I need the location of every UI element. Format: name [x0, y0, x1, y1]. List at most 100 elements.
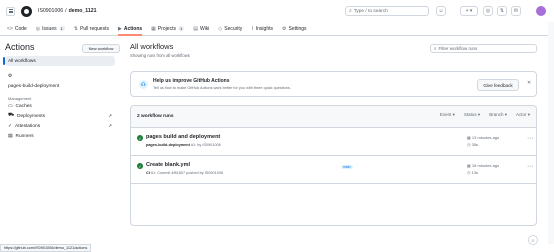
filter-placeholder: Filter workflow runs — [438, 46, 478, 51]
tab-wiki[interactable]: ▤ Wiki — [193, 22, 209, 36]
filter-status-dropdown[interactable]: Status ▾ — [464, 112, 480, 118]
search-icon: ⌕ — [434, 46, 437, 51]
sidebar-item-caches[interactable]: ▭ Caches — [5, 101, 115, 111]
scrollbar[interactable] — [548, 22, 554, 244]
tab-actions[interactable]: ▶ Actions — [117, 22, 143, 36]
megaphone-icon: ☊ — [139, 80, 148, 89]
filter-label: Actor — [515, 112, 527, 117]
filter-runs-input[interactable]: ⌕ Filter workflow runs — [430, 44, 537, 53]
tab-count-badge: 1 — [58, 26, 65, 31]
copilot-chat-icon[interactable]: ☺ — [528, 235, 538, 245]
chevron-down-icon: ▾ — [476, 112, 481, 117]
workflow-run-row[interactable]: ✓ Create blank.yml CI #1: Commit 4f81807 p… — [131, 156, 536, 184]
workflow-runs-table: 2 workflow runs Event ▾ Status ▾ Branch ▾ A… — [130, 105, 537, 226]
sidebar-item-label: Deployments — [17, 113, 46, 119]
tab-count-badge: 1 — [177, 26, 185, 31]
filter-event-dropdown[interactable]: Event ▾ — [440, 112, 455, 118]
tab-code[interactable]: <> Code — [7, 22, 27, 36]
sidebar-item-deployments[interactable]: ⛟ Deployments ↗ — [5, 111, 115, 121]
sidebar-item-label: Attestations — [15, 123, 41, 129]
run-title[interactable]: Create blank.yml — [146, 162, 190, 168]
filter-branch-dropdown[interactable]: Branch ▾ — [489, 112, 507, 118]
chevron-down-icon: ▾ — [503, 112, 507, 117]
tab-label: Wiki — [199, 25, 210, 32]
filter-label: Event — [439, 112, 452, 117]
create-new-icon[interactable]: + ▾ — [460, 6, 478, 16]
tab-label: Issues — [42, 25, 57, 32]
more-options-icon[interactable]: ⋯ — [527, 163, 533, 170]
sidebar-item-runners[interactable]: ▤ Runners — [5, 131, 115, 141]
issues-icon[interactable]: ◎ — [483, 6, 493, 16]
tab-icon: ▶ — [117, 25, 122, 32]
run-duration: 13s — [471, 170, 479, 175]
tab-settings[interactable]: ⚙ Settings — [282, 22, 307, 36]
avatar[interactable] — [536, 6, 546, 16]
tab-label: Insights — [255, 25, 273, 32]
search-placeholder: Type / to search — [353, 8, 388, 14]
workflow-run-row[interactable]: ✓ pages build and deployment pages-build-d… — [131, 128, 536, 156]
tab-label: Settings — [288, 25, 307, 32]
sidebar-item-icon: ⛟ — [8, 113, 15, 118]
tab-icon: ⚙ — [282, 25, 287, 32]
external-link-icon: ↗ — [108, 123, 112, 128]
sidebar-item-pages-build-deployment[interactable]: pages-build-deployment — [5, 81, 115, 91]
filter-label: Status — [463, 112, 477, 117]
pull-requests-icon[interactable]: ⇅ — [497, 6, 507, 16]
run-timing: ▦ 13 minutes ago ◷ 35s — [467, 134, 499, 148]
sidebar-item-icon: ▭ — [8, 103, 13, 109]
tab-label: Projects — [157, 25, 176, 32]
banner-title: Help us improve GitHub Actions — [153, 78, 230, 84]
sidebar-item-label: Runners — [15, 133, 34, 139]
run-meta: pages-build-deployment #1: by IS0901006 — [146, 143, 221, 147]
status-bar-url: https://github.com/IS0901006/demo_1121/a… — [0, 244, 92, 252]
sidebar-item-label: Caches — [15, 103, 32, 109]
run-meta-text: #1: Commit 4f81807 pushed by IS0901006 — [149, 171, 224, 175]
run-meta: CI #1: Commit 4f81807 pushed by IS090100… — [146, 171, 223, 175]
sidebar-workflow-icon-row: ⚙ — [5, 71, 115, 81]
tab-icon: ◇ — [218, 25, 223, 32]
tab-icon: <> — [7, 25, 13, 32]
breadcrumb: IS0901006 / demo_1121 — [38, 8, 97, 14]
close-icon[interactable]: ✕ — [527, 80, 531, 86]
runs-count: 2 workflow runs — [137, 114, 174, 119]
main-content: All workflows Showing runs from all work… — [130, 42, 537, 226]
tab-pull-requests[interactable]: ⇅ Pull requests — [74, 22, 109, 36]
tab-label: Code — [14, 25, 27, 32]
sidebar-item-icon: ▤ — [8, 133, 13, 139]
run-timing: ▦ 18 minutes ago ◷ 13s — [467, 162, 499, 176]
tab-projects[interactable]: ▦ Projects 1 — [151, 22, 185, 36]
run-meta-text: #1: by IS0901006 — [189, 143, 221, 147]
copilot-icon[interactable]: ☺ — [436, 6, 446, 16]
page-subtitle: Showing runs from all workflows — [130, 53, 190, 58]
github-logo-icon[interactable] — [21, 5, 32, 17]
sidebar-item-all-workflows[interactable]: All workflows — [3, 56, 115, 66]
breadcrumb-separator: / — [65, 8, 67, 14]
tab-icon: ◎ — [35, 25, 41, 32]
tab-icon: ⌇ — [251, 25, 254, 32]
hamburger-menu-icon[interactable] — [6, 6, 15, 16]
repo-link[interactable]: demo_1121 — [69, 8, 97, 14]
filter-actor-dropdown[interactable]: Actor ▾ — [516, 112, 530, 118]
search-input[interactable]: ⌕ Type / to search — [345, 6, 429, 16]
search-icon: ⌕ — [349, 9, 352, 14]
feedback-banner: ☊ Help us improve GitHub Actions Tell us… — [130, 71, 537, 97]
tab-issues[interactable]: ◎ Issues 1 — [36, 22, 65, 36]
new-workflow-button[interactable]: New workflow — [82, 44, 120, 53]
owner-link[interactable]: IS0901006 — [38, 8, 63, 14]
tab-icon: ▦ — [151, 25, 156, 32]
filter-label: Branch — [489, 112, 504, 117]
external-link-icon: ↗ — [108, 113, 112, 118]
give-feedback-button[interactable]: Give feedback — [477, 79, 519, 91]
run-workflow-name: pages-build-deployment — [146, 143, 190, 147]
run-title[interactable]: pages build and deployment — [146, 134, 220, 140]
notifications-icon[interactable]: ✉ — [511, 6, 521, 16]
run-time: 13 minutes ago — [471, 135, 500, 140]
workflow-icon: ⚙ — [8, 73, 13, 79]
branch-badge[interactable]: main — [341, 165, 353, 169]
success-check-icon: ✓ — [137, 163, 143, 169]
tab-security[interactable]: ◇ Security — [218, 22, 242, 36]
tab-insights[interactable]: ⌇ Insights — [251, 22, 273, 36]
more-options-icon[interactable]: ⋯ — [527, 135, 533, 142]
tab-label: Pull requests — [80, 25, 109, 32]
sidebar-item-attestations[interactable]: ✓ Attestations ↗ — [5, 121, 115, 131]
